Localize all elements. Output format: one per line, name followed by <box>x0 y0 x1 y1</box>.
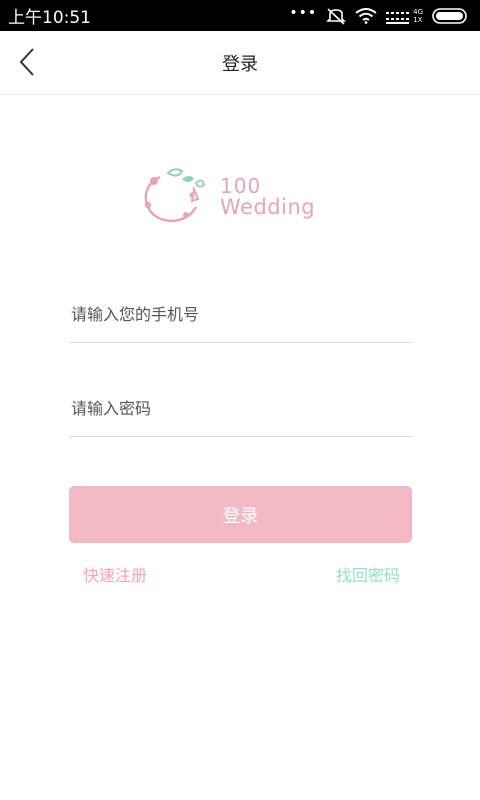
more-dots-icon: ••• <box>289 4 318 21</box>
signal-icon <box>386 11 410 24</box>
logo-word: Wedding <box>220 195 316 219</box>
back-button[interactable] <box>10 45 44 79</box>
page-title: 登录 <box>222 54 258 75</box>
status-icons: ••• 4G 1X <box>289 4 470 25</box>
status-bar: 上午10:51 ••• 4G 1X <box>0 0 480 31</box>
status-time: 上午10:51 <box>8 8 91 28</box>
phone-field <box>69 287 412 343</box>
register-link[interactable]: 快速注册 <box>83 562 147 586</box>
password-input[interactable] <box>69 381 412 436</box>
mute-icon <box>326 7 347 25</box>
network-type: 4G 1X <box>413 7 423 24</box>
login-button[interactable]: 登录 <box>69 486 412 543</box>
logo: 100 Wedding <box>140 165 350 225</box>
battery-icon <box>432 7 467 24</box>
nav-bar: 登录 <box>0 31 480 95</box>
wreath-logo-icon <box>144 168 206 223</box>
password-field <box>69 381 412 437</box>
chevron-left-icon <box>19 48 34 76</box>
wifi-icon <box>355 7 377 24</box>
forgot-password-link[interactable]: 找回密码 <box>336 562 400 586</box>
phone-input[interactable] <box>69 287 412 342</box>
